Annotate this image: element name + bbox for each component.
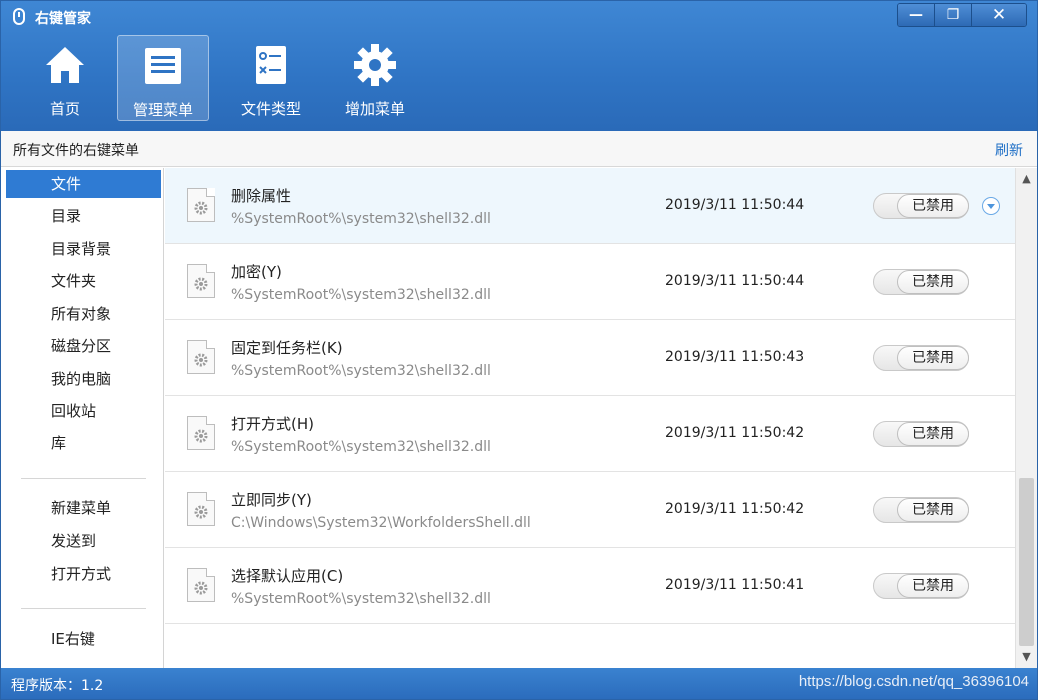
sidebar-item-directory[interactable]: 目录 (6, 202, 161, 230)
sidebar-divider (21, 608, 146, 609)
item-date: 2019/3/11 11:50:42 (665, 425, 805, 441)
list-item[interactable]: 打开方式(H) %SystemRoot%\system32\shell32.dl… (165, 396, 1015, 472)
sidebar-item-directory-background[interactable]: 目录背景 (6, 235, 161, 263)
mouse-icon (13, 8, 25, 25)
status-toggle[interactable]: 已禁用 (873, 421, 969, 447)
version-label: 程序版本：1.2 (11, 678, 104, 694)
sidebar-item-file[interactable]: 文件 (6, 170, 161, 198)
scroll-up-icon[interactable]: ▲ (1016, 170, 1037, 188)
sidebar-item-new-menu[interactable]: 新建菜单 (6, 494, 161, 522)
sidebar-item-recycle-bin[interactable]: 回收站 (6, 397, 161, 425)
sidebar-item-send-to[interactable]: 发送到 (6, 527, 161, 555)
scroll-thumb[interactable] (1019, 478, 1034, 646)
status-toggle[interactable]: 已禁用 (873, 345, 969, 371)
item-path: %SystemRoot%\system32\shell32.dll (231, 439, 491, 455)
window-controls: — ❐ ✕ (897, 3, 1027, 27)
toolbar-add-menu-label: 增加菜单 (344, 100, 405, 118)
item-name: 固定到任务栏(K) (231, 339, 343, 357)
item-name: 选择默认应用(C) (231, 567, 344, 585)
item-path: %SystemRoot%\system32\shell32.dll (231, 363, 491, 379)
dll-file-icon (187, 416, 215, 450)
app-window: 右键管家 — ❐ ✕ 首页 管理菜单 文件类型 增加菜单 所有文件的右键菜单 刷… (0, 0, 1038, 700)
list-item[interactable]: 立即同步(Y) C:\Windows\System32\WorkfoldersS… (165, 472, 1015, 548)
sidebar-item-library[interactable]: 库 (6, 429, 161, 457)
item-date: 2019/3/11 11:50:43 (665, 349, 805, 365)
item-path: %SystemRoot%\system32\shell32.dll (231, 287, 491, 303)
item-path: %SystemRoot%\system32\shell32.dll (231, 211, 491, 227)
sidebar-item-open-with[interactable]: 打开方式 (6, 560, 161, 588)
sidebar: 文件 目录 目录背景 文件夹 所有对象 磁盘分区 我的电脑 回收站 库 新建菜单… (1, 168, 164, 668)
item-name: 打开方式(H) (231, 415, 314, 433)
status-toggle-label: 已禁用 (897, 574, 969, 598)
section-title: 所有文件的右键菜单 (13, 143, 139, 159)
status-toggle[interactable]: 已禁用 (873, 269, 969, 295)
chevron-down-icon[interactable] (982, 197, 1000, 215)
close-button[interactable]: ✕ (972, 4, 1026, 26)
gear-icon (354, 44, 396, 86)
list-item[interactable]: 选择默认应用(C) %SystemRoot%\system32\shell32.… (165, 548, 1015, 624)
status-toggle[interactable]: 已禁用 (873, 497, 969, 523)
toolbar-file-types-label: 文件类型 (240, 100, 301, 118)
toolbar-file-types[interactable]: 文件类型 (219, 35, 323, 121)
dll-file-icon (187, 340, 215, 374)
vertical-scrollbar[interactable]: ▲ ▼ (1015, 168, 1037, 668)
status-toggle-label: 已禁用 (897, 346, 969, 370)
dll-file-icon (187, 264, 215, 298)
toolbar-home-label: 首页 (49, 100, 80, 118)
title-bar[interactable]: 右键管家 — ❐ ✕ (1, 1, 1037, 33)
item-date: 2019/3/11 11:50:42 (665, 501, 805, 517)
status-toggle[interactable]: 已禁用 (873, 193, 969, 219)
status-toggle-label: 已禁用 (897, 422, 969, 446)
app-title: 右键管家 (35, 11, 91, 27)
dll-file-icon (187, 492, 215, 526)
status-toggle-label: 已禁用 (897, 270, 969, 294)
file-type-icon (256, 46, 286, 84)
list-item[interactable]: 固定到任务栏(K) %SystemRoot%\system32\shell32.… (165, 320, 1015, 396)
list-icon (145, 48, 181, 84)
item-date: 2019/3/11 11:50:44 (665, 273, 805, 289)
item-path: %SystemRoot%\system32\shell32.dll (231, 591, 491, 607)
sidebar-item-my-computer[interactable]: 我的电脑 (6, 365, 161, 393)
refresh-link[interactable]: 刷新 (995, 140, 1023, 160)
item-name: 加密(Y) (231, 263, 282, 281)
dll-file-icon (187, 188, 215, 222)
toolbar-manage-menu-label: 管理菜单 (132, 101, 193, 119)
status-toggle-label: 已禁用 (897, 498, 969, 522)
restore-button[interactable]: ❐ (935, 4, 972, 26)
scroll-down-icon[interactable]: ▼ (1016, 648, 1037, 666)
item-date: 2019/3/11 11:50:44 (665, 197, 805, 213)
list-item[interactable]: 删除属性 %SystemRoot%\system32\shell32.dll 2… (165, 168, 1015, 244)
status-toggle[interactable]: 已禁用 (873, 573, 969, 599)
sidebar-item-folder[interactable]: 文件夹 (6, 267, 161, 295)
menu-list: 删除属性 %SystemRoot%\system32\shell32.dll 2… (165, 168, 1015, 668)
home-icon (46, 47, 84, 83)
item-path: C:\Windows\System32\WorkfoldersShell.dll (231, 515, 531, 531)
section-header: 所有文件的右键菜单 刷新 (1, 131, 1037, 167)
sidebar-divider (21, 478, 146, 479)
list-item[interactable]: 加密(Y) %SystemRoot%\system32\shell32.dll … (165, 244, 1015, 320)
item-date: 2019/3/11 11:50:41 (665, 577, 805, 593)
sidebar-item-all-objects[interactable]: 所有对象 (6, 300, 161, 328)
sidebar-item-disk-partition[interactable]: 磁盘分区 (6, 332, 161, 360)
watermark: https://blog.csdn.net/qq_36396104 (798, 673, 1029, 690)
sidebar-item-ie-menu[interactable]: IE右键 (6, 625, 161, 653)
toolbar-manage-menu[interactable]: 管理菜单 (117, 35, 209, 121)
toolbar-add-menu[interactable]: 增加菜单 (323, 35, 427, 121)
dll-file-icon (187, 568, 215, 602)
toolbar-home[interactable]: 首页 (13, 35, 117, 121)
status-toggle-label: 已禁用 (897, 194, 969, 218)
main-toolbar: 首页 管理菜单 文件类型 增加菜单 (13, 35, 427, 125)
item-name: 删除属性 (231, 187, 292, 205)
item-name: 立即同步(Y) (231, 491, 312, 509)
header: 右键管家 — ❐ ✕ 首页 管理菜单 文件类型 增加菜单 (1, 1, 1037, 131)
status-bar: 程序版本：1.2 https://blog.csdn.net/qq_363961… (1, 668, 1037, 699)
minimize-button[interactable]: — (898, 4, 935, 26)
